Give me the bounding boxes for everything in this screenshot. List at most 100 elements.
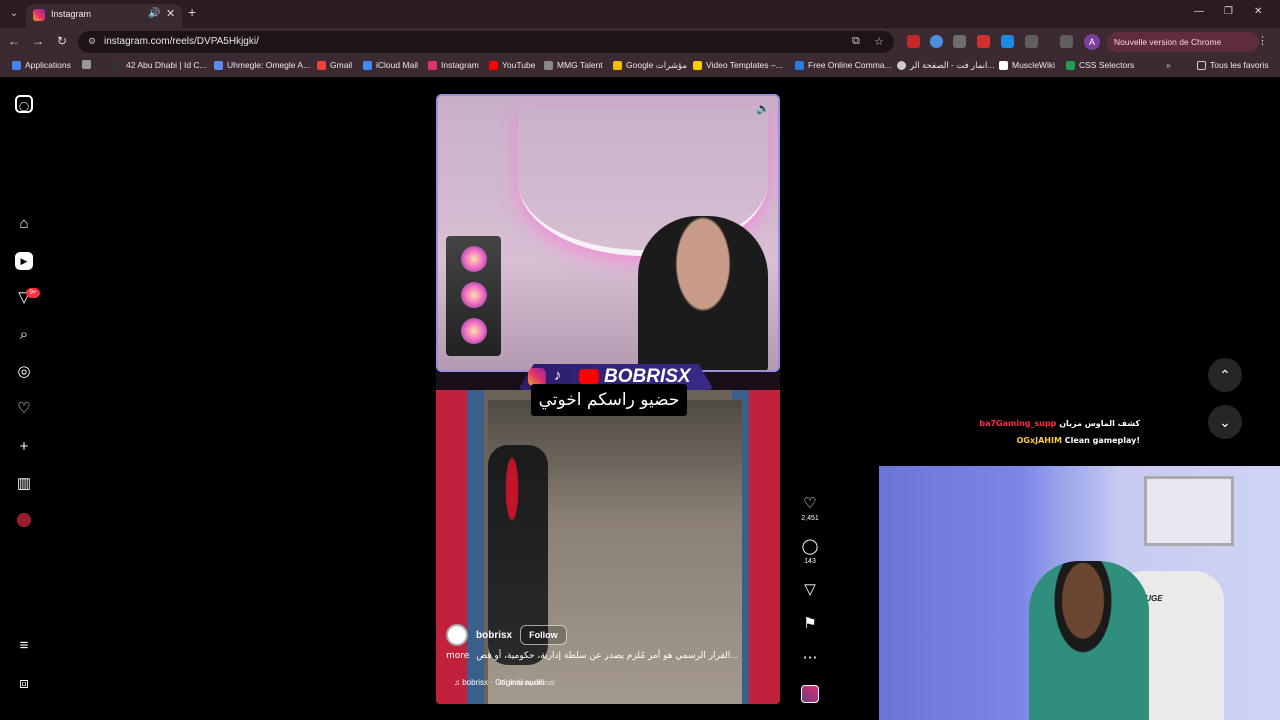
minimize-window-button[interactable]: — <box>1194 6 1204 17</box>
instagram-sidebar: ◯ ⌂ ▶ ▽ 9+ ⌕ ◎ ♡ + ▥ ≡ ⧈ <box>0 77 50 720</box>
close-tab-icon[interactable]: ✕ <box>166 7 175 20</box>
profile-avatar[interactable]: A <box>1084 34 1100 50</box>
next-reel-button[interactable]: ⌄ <box>1208 405 1242 439</box>
more-options-button[interactable]: ⋯ <box>796 650 824 666</box>
bookmark-label: 42 Abu Dhabi | Id C... <box>126 60 207 70</box>
bookmark-item[interactable]: MMG Talent <box>544 60 603 70</box>
extension-icon[interactable] <box>977 35 990 48</box>
reading-list-icon[interactable] <box>1060 35 1073 48</box>
home-icon[interactable]: ⌂ <box>15 215 33 233</box>
bookmark-item[interactable]: iCloud Mail <box>363 60 418 70</box>
bookmark-item[interactable]: Gmail <box>317 60 352 70</box>
bookmark-item[interactable]: Instagram <box>428 60 479 70</box>
bookmark-item[interactable]: Applications <box>12 60 71 70</box>
more-bookmarks-icon[interactable]: » <box>1166 60 1171 70</box>
previous-reel-button[interactable]: ⌃ <box>1208 358 1242 392</box>
menu-icon[interactable]: ≡ <box>15 637 33 655</box>
audio-thumbnail[interactable] <box>801 685 819 703</box>
bookmark-item[interactable]: Uhmegle: Omegle A... <box>214 60 310 70</box>
audio-label: bobrisx · Original audio <box>462 678 545 687</box>
bookmark-label: iCloud Mail <box>376 60 419 70</box>
threads-apps-icon[interactable]: ⧈ <box>15 675 33 693</box>
extension-icon[interactable] <box>907 35 920 48</box>
save-button[interactable]: ⚑ <box>796 616 824 632</box>
bookmark-item[interactable]: YouTube <box>489 60 535 70</box>
folder-icon <box>1197 60 1206 70</box>
all-bookmarks-button[interactable]: Tous les favoris <box>1197 60 1269 70</box>
bookmark-item[interactable]: انمار فت - الصفحة الر... <box>897 60 994 71</box>
bookmark-item[interactable]: Free Online Comma... <box>795 60 892 70</box>
extension-icon[interactable] <box>953 35 966 48</box>
wall-frame <box>1144 476 1234 546</box>
bookmark-label: Tous les favoris <box>1210 60 1269 70</box>
chrome-menu-icon[interactable]: ⋮ <box>1257 34 1268 47</box>
reel-caption[interactable]: more القرار الرسمي هو أمر مُلزم يصدر عن … <box>446 651 739 661</box>
bookmark-label: Google مؤشرات <box>626 60 687 70</box>
youtube-icon <box>489 60 498 70</box>
chat-message: كشف الماوس مزيان <box>1059 419 1140 428</box>
follow-button[interactable]: Follow <box>520 625 567 645</box>
restore-window-button[interactable]: ❐ <box>1224 6 1233 17</box>
profile-avatar[interactable] <box>17 513 31 527</box>
bookmark-item[interactable]: Video Templates –... <box>693 60 783 70</box>
like-button[interactable]: ♡ 2,451 <box>796 496 824 523</box>
extension-icon[interactable] <box>930 35 943 48</box>
instagram-favicon-icon <box>33 9 45 21</box>
bookmark-label: MuscleWiki <box>1012 60 1055 70</box>
reel-audio[interactable]: ♫ bobrisx · Original audio <box>454 678 545 687</box>
bookmark-label: Instagram <box>441 60 479 70</box>
tab-search-icon[interactable]: ⌄ <box>6 6 22 22</box>
back-button[interactable]: ← <box>6 34 22 48</box>
globe-icon <box>897 61 906 70</box>
tab-instagram[interactable]: Instagram 🔊 ✕ <box>26 4 182 28</box>
dashboard-icon[interactable]: ▥ <box>15 475 33 493</box>
bookmarks-bar: Applications 42 Abu Dhabi | Id C... Uhme… <box>0 56 1280 77</box>
close-window-button[interactable]: ✕ <box>1254 6 1262 17</box>
notification-badge: 9+ <box>26 288 40 298</box>
bookmark-item[interactable]: CSS Selectors <box>1066 60 1134 70</box>
bookmark-star-icon[interactable]: ☆ <box>874 35 884 48</box>
extension-icon[interactable] <box>1001 35 1014 48</box>
instagram-logo-icon[interactable]: ◯ <box>15 95 33 113</box>
heart-icon[interactable]: ♡ <box>15 400 33 418</box>
gmail-icon <box>317 60 326 70</box>
install-app-icon[interactable]: ⧉ <box>852 35 860 48</box>
author-avatar[interactable] <box>446 624 468 646</box>
bookmark-grid-button[interactable] <box>82 60 91 69</box>
pc-case <box>446 236 501 356</box>
create-icon[interactable]: + <box>15 438 33 456</box>
bookmark-item[interactable]: MuscleWiki <box>999 60 1055 70</box>
bookmark-item[interactable]: Google مؤشرات <box>613 60 687 71</box>
author-username[interactable]: bobrisx <box>476 630 512 641</box>
caption-more[interactable]: more <box>446 651 469 661</box>
bookmark-favicon-icon <box>214 60 223 70</box>
explore-icon[interactable]: ◎ <box>15 363 33 381</box>
search-icon[interactable]: ⌕ <box>15 326 33 344</box>
site-info-icon[interactable]: ⚙ <box>88 36 96 47</box>
bookmark-icon: ⚑ <box>803 615 817 632</box>
instagram-page: ◯ ⌂ ▶ ▽ 9+ ⌕ ◎ ♡ + ▥ ≡ ⧈ 🔊 ♪ BOBRISX IG:… <box>0 77 1280 720</box>
instagram-icon <box>428 60 437 70</box>
bookmark-favicon-icon <box>795 60 804 70</box>
chrome-update-button[interactable]: Nouvelle version de Chrome disponible <box>1107 32 1259 67</box>
icloud-icon <box>363 60 372 70</box>
extensions-puzzle-icon[interactable] <box>1025 35 1038 48</box>
reels-icon[interactable]: ▶ <box>15 252 33 270</box>
reload-button[interactable]: ↻ <box>54 34 70 48</box>
grid-icon <box>82 60 91 69</box>
reel-video[interactable]: 🔊 ♪ BOBRISX IG: itsfunny.official حضيو ر… <box>436 94 780 704</box>
address-bar[interactable]: ⚙ instagram.com/reels/DVPA5Hkjgki/ ⧉ ☆ <box>78 31 894 53</box>
volume-icon[interactable]: 🔊 <box>756 102 770 115</box>
speaker-icon[interactable]: 🔊 <box>148 8 160 19</box>
chat-username: ba7Gaming_supp <box>979 419 1057 428</box>
streamer-cam-panel: 🔊 <box>436 94 780 372</box>
new-tab-button[interactable]: + <box>188 4 196 20</box>
share-button[interactable]: ▽ <box>796 582 824 598</box>
comment-button[interactable]: ◯ 143 <box>796 539 824 566</box>
bookmark-item[interactable]: 42 Abu Dhabi | Id C... <box>113 60 207 70</box>
bookmark-favicon-icon <box>544 60 553 70</box>
forward-button[interactable]: → <box>30 34 46 48</box>
url-text[interactable]: instagram.com/reels/DVPA5Hkjgki/ <box>104 36 259 47</box>
youtube-icon <box>579 369 599 384</box>
bookmark-label: Applications <box>25 60 71 70</box>
